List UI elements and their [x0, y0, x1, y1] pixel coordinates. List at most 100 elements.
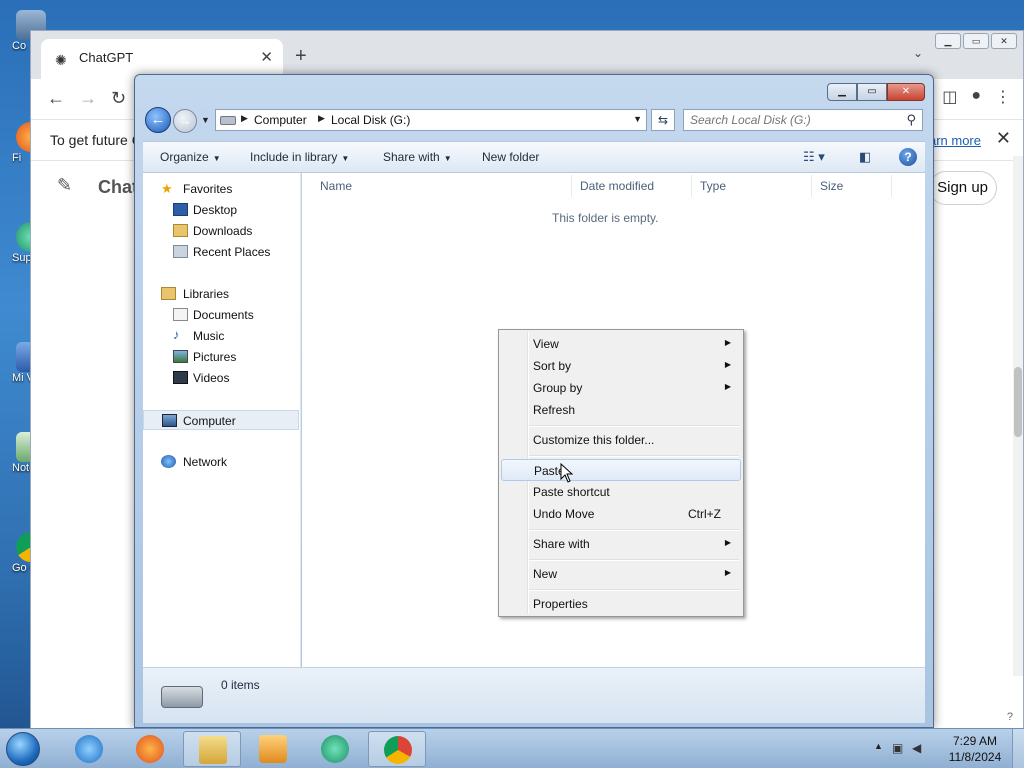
menu-item-share-with[interactable]: Share with ▶ — [501, 533, 741, 555]
nav-item-desktop[interactable]: Desktop — [143, 200, 299, 220]
taskbar-app[interactable] — [306, 731, 364, 767]
menu-item-label: Refresh — [533, 403, 576, 417]
close-button[interactable]: ✕ — [887, 83, 925, 101]
help-icon[interactable]: ? — [899, 148, 917, 166]
menu-item-sort-by[interactable]: Sort by ▶ — [501, 355, 741, 377]
breadcrumb-separator-icon[interactable]: ▶ — [241, 113, 248, 124]
column-label: Type — [700, 179, 727, 193]
change-view-icon[interactable]: ☷ ▾ — [803, 149, 825, 165]
side-panel-icon[interactable]: ◫ — [942, 87, 957, 107]
back-arrow-icon[interactable]: ← — [47, 88, 65, 109]
show-hidden-icons-icon[interactable]: ▲ — [874, 741, 883, 751]
taskbar-firefox[interactable] — [121, 731, 179, 767]
taskbar-chrome[interactable] — [368, 731, 426, 767]
share-with-label: Share with — [383, 150, 440, 164]
empty-folder-message: This folder is empty. — [552, 211, 659, 225]
start-button[interactable] — [6, 732, 40, 766]
menu-item-view[interactable]: View ▶ — [501, 333, 741, 355]
breadcrumb-local-disk[interactable]: Local Disk (G:) — [331, 113, 410, 127]
preview-pane-icon[interactable]: ◧ — [859, 149, 871, 165]
recent-pages-chevron-icon[interactable]: ▼ — [201, 115, 210, 125]
close-button[interactable]: ✕ — [991, 33, 1017, 49]
include-in-library-button[interactable]: Include in library ▼ — [250, 150, 349, 164]
learn-more-link[interactable]: arn more — [929, 133, 981, 148]
menu-item-label: New — [533, 567, 558, 581]
network-tray-icon[interactable]: ▣ — [892, 741, 906, 755]
clock-date: 11/8/2024 — [948, 750, 1002, 764]
show-desktop-button[interactable] — [1012, 729, 1024, 768]
nav-item-libraries[interactable]: Libraries — [143, 284, 299, 304]
clock[interactable]: 7:29 AM 11/8/2024 — [942, 733, 1008, 765]
nav-label: Recent Places — [193, 245, 271, 259]
menu-item-new[interactable]: New ▶ — [501, 563, 741, 585]
menu-item-customize-folder[interactable]: Customize this folder... — [501, 429, 741, 451]
refresh-button[interactable]: ⇆ — [651, 109, 675, 131]
command-bar: Organize ▼ Include in library ▼ Share with… — [143, 141, 925, 173]
menu-item-undo-move[interactable]: Undo Move Ctrl+Z — [501, 503, 741, 525]
app-icon — [321, 735, 349, 763]
nav-item-computer[interactable]: Computer — [143, 410, 299, 430]
tab-title: ChatGPT — [79, 50, 134, 65]
taskbar-explorer[interactable] — [183, 731, 241, 767]
maximize-button[interactable]: ▭ — [857, 83, 887, 101]
profile-icon[interactable]: ● — [971, 87, 981, 107]
nav-item-documents[interactable]: Documents — [143, 305, 299, 325]
nav-item-network[interactable]: Network — [143, 452, 299, 472]
new-folder-button[interactable]: New folder — [482, 150, 539, 164]
new-chat-edit-icon[interactable]: ✎ — [57, 175, 72, 196]
reload-icon[interactable]: ↻ — [111, 88, 126, 109]
nav-item-favorites[interactable]: ★ Favorites — [143, 179, 299, 199]
nav-item-music[interactable]: ♪ Music — [143, 326, 299, 346]
column-header-date-modified[interactable]: Date modified — [572, 175, 692, 197]
chevron-down-icon: ▼ — [341, 154, 350, 163]
menu-item-label: Customize this folder... — [533, 433, 655, 447]
back-button[interactable]: ← — [145, 107, 171, 133]
nav-item-pictures[interactable]: Pictures — [143, 347, 299, 367]
menu-item-label: Sort by — [533, 359, 572, 373]
forward-button[interactable]: → — [173, 109, 197, 133]
column-header-name[interactable]: Name — [312, 175, 572, 197]
search-input[interactable] — [690, 111, 900, 129]
address-dropdown-icon[interactable]: ▼ — [633, 114, 642, 124]
menu-item-properties[interactable]: Properties — [501, 593, 741, 615]
minimize-button[interactable]: ▁ — [827, 83, 857, 101]
breadcrumb-separator-icon[interactable]: ▶ — [318, 113, 325, 124]
organize-button[interactable]: Organize ▼ — [160, 150, 221, 164]
submenu-arrow-icon: ▶ — [724, 382, 731, 391]
minimize-button[interactable]: ▁ — [935, 33, 961, 49]
address-bar[interactable]: ▶ Computer ▶ Local Disk (G:) ▼ — [215, 109, 647, 131]
system-tray: ▲ ▣ ◀ 7:29 AM 11/8/2024 — [864, 729, 1024, 768]
column-header-type[interactable]: Type — [692, 175, 812, 197]
volume-muted-icon[interactable]: ◀ — [912, 741, 926, 755]
close-infobar-icon[interactable]: ✕ — [996, 128, 1011, 149]
navigation-pane: ★ Favorites Desktop Downloads Recent Pla… — [143, 173, 301, 667]
maximize-button[interactable]: ▭ — [963, 33, 989, 49]
nav-item-videos[interactable]: Videos — [143, 368, 299, 388]
forward-arrow-icon[interactable]: → — [79, 88, 97, 109]
browser-tabstrip: ✺ ChatGPT ✕ + ⌄ ▁ ▭ ✕ — [31, 31, 1023, 79]
search-box[interactable]: ⚲ — [683, 109, 923, 131]
menu-item-paste-shortcut[interactable]: Paste shortcut — [501, 481, 741, 503]
help-button[interactable]: ? — [1007, 711, 1013, 723]
menu-item-group-by[interactable]: Group by ▶ — [501, 377, 741, 399]
taskbar-media-player[interactable] — [244, 731, 302, 767]
downloads-folder-icon — [173, 224, 188, 237]
nav-item-recent-places[interactable]: Recent Places — [143, 242, 299, 262]
new-tab-button[interactable]: + — [295, 45, 307, 68]
menu-item-refresh[interactable]: Refresh — [501, 399, 741, 421]
sign-up-button[interactable]: Sign up — [929, 171, 997, 205]
taskbar: ▲ ▣ ◀ 7:29 AM 11/8/2024 — [0, 728, 1024, 768]
column-header-size[interactable]: Size — [812, 175, 892, 197]
submenu-arrow-icon: ▶ — [724, 360, 731, 369]
share-with-button[interactable]: Share with ▼ — [383, 150, 452, 164]
tab-search-chevron-icon[interactable]: ⌄ — [913, 46, 923, 60]
close-tab-icon[interactable]: ✕ — [260, 48, 273, 66]
nav-label: Computer — [183, 414, 236, 428]
page-scrollbar-thumb[interactable] — [1014, 367, 1022, 437]
nav-item-downloads[interactable]: Downloads — [143, 221, 299, 241]
menu-item-paste[interactable]: Paste — [501, 459, 741, 481]
menu-kebab-icon[interactable]: ⋮ — [995, 87, 1011, 107]
taskbar-internet-explorer[interactable] — [60, 731, 118, 767]
browser-tab[interactable]: ✺ ChatGPT ✕ — [41, 39, 283, 79]
breadcrumb-computer[interactable]: Computer — [254, 113, 307, 127]
